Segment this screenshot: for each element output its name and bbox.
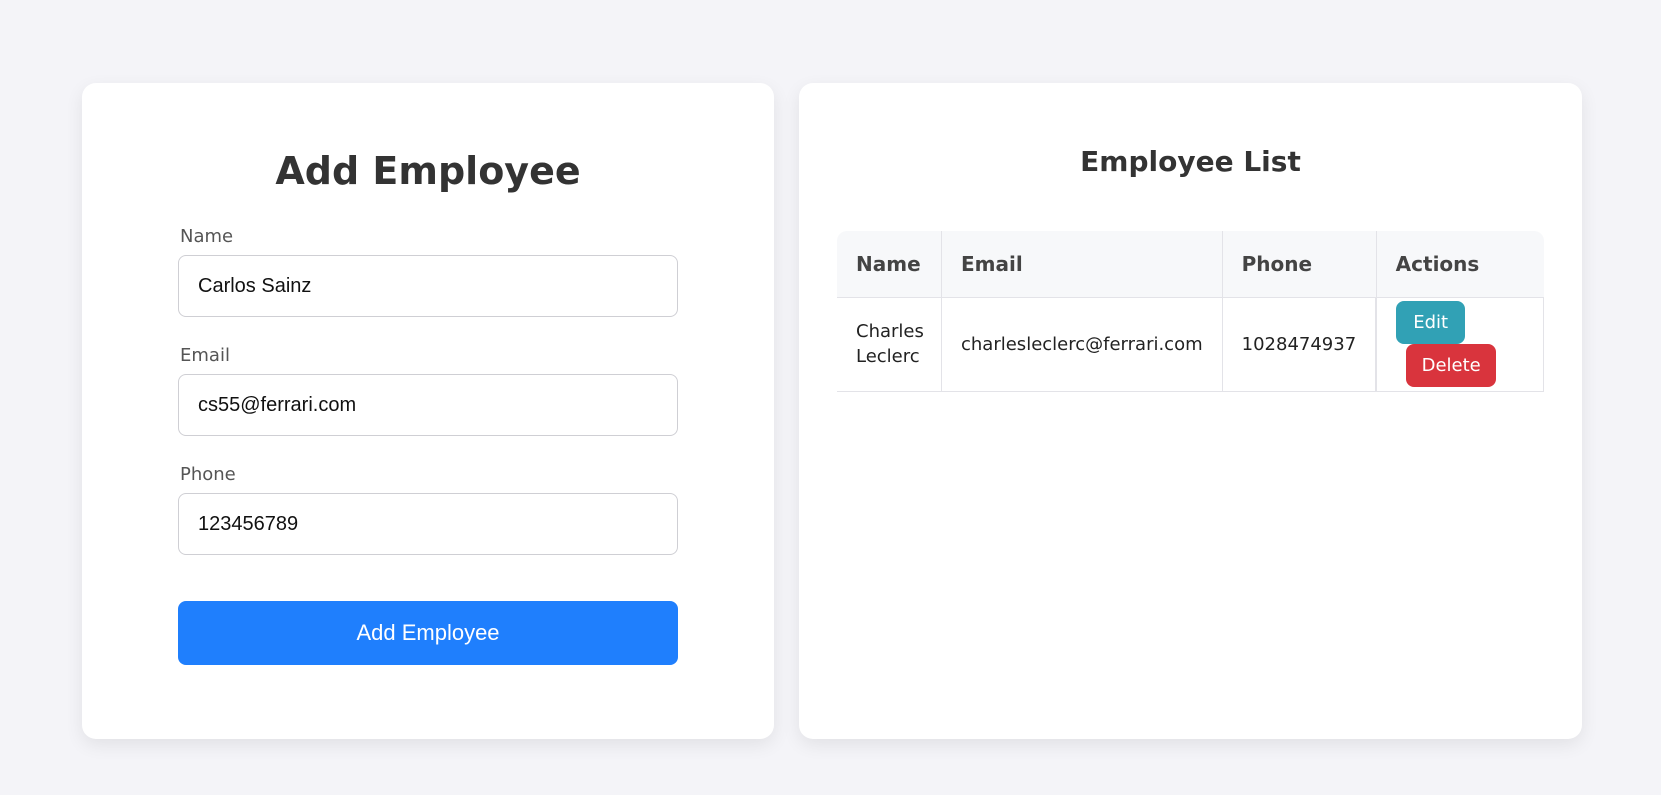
employee-name: Charles Leclerc	[856, 321, 924, 367]
phone-label: Phone	[180, 464, 236, 485]
name-label: Name	[180, 226, 234, 247]
email-input[interactable]	[178, 374, 678, 436]
table-header-row: Name Email Phone Actions	[837, 231, 1544, 298]
cell-actions: EditDelete	[1375, 297, 1545, 392]
list-title: Employee List	[1080, 145, 1301, 178]
column-header-email: Email	[941, 231, 1223, 298]
add-employee-card: Add Employee Name Email Phone Add Employ…	[82, 83, 774, 739]
delete-button[interactable]: Delete	[1406, 344, 1497, 387]
column-header-actions: Actions	[1376, 231, 1544, 298]
name-input[interactable]	[178, 255, 678, 317]
edit-button[interactable]: Edit	[1396, 301, 1466, 344]
cell-name: Charles Leclerc	[837, 297, 942, 392]
table-row: Charles Leclerc charlesleclerc@ferrari.c…	[837, 297, 1545, 392]
employee-list-card: Employee List Name Email Phone Actions C…	[799, 83, 1582, 739]
column-header-phone: Phone	[1222, 231, 1377, 298]
cell-phone: 1028474937	[1222, 297, 1377, 392]
email-label: Email	[180, 345, 230, 366]
employee-table-wrapper: Name Email Phone Actions Charles Leclerc…	[837, 231, 1545, 392]
add-employee-button[interactable]: Add Employee	[178, 601, 678, 665]
phone-input[interactable]	[178, 493, 678, 555]
cell-email: charlesleclerc@ferrari.com	[941, 297, 1223, 392]
column-header-name: Name	[837, 231, 942, 298]
form-title: Add Employee	[275, 149, 581, 193]
employee-table: Name Email Phone Actions Charles Leclerc…	[837, 231, 1545, 392]
